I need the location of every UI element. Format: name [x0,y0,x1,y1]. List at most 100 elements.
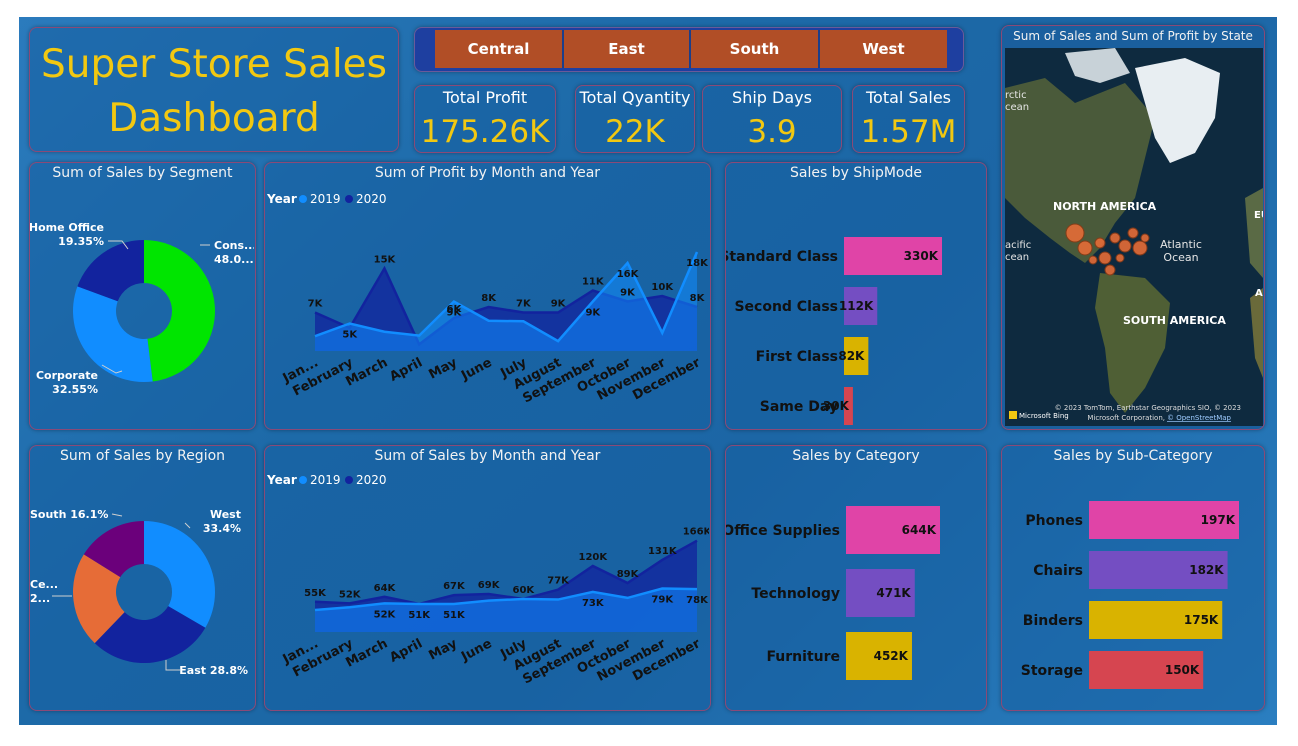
legend-label-2020: 2020 [356,473,387,487]
category-label: Second Class [734,299,838,315]
bar-value-label: 112K [839,299,874,313]
subcategory-panel: Sales by Sub-Category Phones 197K Chairs 18… [1001,445,1265,711]
category-label: Phones [1025,513,1083,529]
x-tick-label: May [426,636,460,663]
data-label-2020: 7K [308,299,324,310]
title-panel: Super Store Sales Dashboard [29,27,399,152]
profit-month-panel: Sum of Profit by Month and Year Year 2019… [264,162,711,430]
data-label-2020: 7K [516,299,532,310]
data-label-2020: 69K [478,580,501,591]
legend-label-2020: 2020 [356,192,387,206]
slicer-item-central[interactable]: Central [435,30,564,68]
category-chart-title: Sales by Category [792,448,920,464]
map-credits-line1: © 2023 TomTom, Earthstar Geographics SIO… [1055,404,1241,412]
bar-value-label: 471K [876,586,911,600]
bar-value-label: 452K [874,649,909,663]
donut-slice-corporate [73,286,153,382]
bar-value-label: 30K [823,399,850,413]
kpi-value: 3.9 [747,114,797,150]
data-label-2020: 15K [374,255,397,266]
legend-marker-2020 [345,195,353,203]
segment-donut-chart: Cons...48.0... Corporate32.55% Home Office… [30,221,254,396]
data-label-2019: 79K [651,595,674,606]
shipmode-chart-title: Sales by ShipMode [789,165,922,181]
map-label-atlantic-ocean: Ocean [1163,251,1198,264]
kpi-value: 175.26K [420,114,550,150]
dashboard-canvas: Super Store Sales Dashboard Central East… [19,17,1277,725]
kpi-label: Total Sales [865,88,952,107]
kpi-label: Ship Days [732,88,812,107]
legend-marker-2020 [345,476,353,484]
map-label-atlantic: Atlantic [1160,238,1202,251]
data-label-2019: 51K [443,610,466,621]
donut-label-name: West [210,508,241,521]
data-label-2019: 5K [342,330,358,341]
category-label: Office Supplies [726,523,840,539]
segment-donut-panel: Sum of Sales by Segment Cons... 48.0... Co… [29,162,256,430]
data-label-2019: 51K [408,610,431,621]
data-label-2020: 60K [513,585,536,596]
bar-value-label: 197K [1201,513,1236,527]
data-label-2019: 9K [447,308,463,319]
category-label: Storage [1021,663,1083,679]
map-credits-line2: Microsoft Corporation, [1087,414,1165,422]
profit-area-chart: Year 2019 20207K15K6K8K 7K 9K11K9K 10K8K5K9K 9… [266,192,709,406]
bar-value-label: 330K [904,249,939,263]
kpi-label: Total Qyantity [579,88,691,107]
map-label-pacific-ocean: cean [1005,252,1029,263]
category-label: Binders [1023,613,1083,629]
donut-label-pct: 19.35% [58,235,104,248]
donut-label-name: East 28.8% [179,664,248,677]
legend-label-2019: 2019 [310,473,341,487]
legend-label-2019: 2019 [310,192,341,206]
donut-label-name: Cons... [214,239,254,252]
donut-label-name: Corporate [36,369,98,382]
map-panel: Sum of Sales and Sum of Profit by State [1001,25,1265,430]
category-panel: Sales by Category Office Supplies 644K Tec… [725,445,987,711]
donut-leader-line [111,513,123,517]
profit-chart-title: Sum of Profit by Month and Year [374,165,601,181]
data-label-2020: 89K [617,569,640,580]
region-donut-chart: West33.4% East 28.8% Ce...2... South 16.1% [30,508,248,677]
donut-label-name: South 16.1% [30,508,108,521]
category-label: Furniture [766,649,840,665]
donut-label-pct: 33.4% [203,522,241,535]
map-label-north-america: NORTH AMERICA [1053,200,1157,213]
slicer-item-west[interactable]: West [820,30,947,68]
bar-value-label: 644K [902,523,937,537]
x-tick-label: May [426,355,460,382]
map-label-europe: EU [1254,210,1263,221]
map-area[interactable]: NORTH AMERICA SOUTH AMERICA Atlantic Oce… [1005,48,1263,426]
legend-marker-2019 [299,476,307,484]
x-tick-label: June [458,355,494,384]
slicer-item-east[interactable]: East [564,30,691,68]
donut-slice-consumer [144,240,216,382]
donut-leader-line [184,522,191,529]
data-label-2020: 120K [579,552,609,563]
data-label-2019: 52K [374,609,397,620]
kpi-label: Total Profit [442,88,528,107]
dashboard-title-line1: Super Store Sales [41,42,387,87]
sales-month-panel: Sum of Sales by Month and Year Year 2019 2… [264,445,711,711]
sales-area-chart: Year 2019 2020 55K 52K 64K 67K 69K 60K 77K 120K 89K… [266,473,709,687]
map-label-arctic: rctic [1005,90,1027,101]
slicer-item-south[interactable]: South [691,30,820,68]
data-label-2020: 9K [620,288,636,299]
legend-title: Year [266,192,297,206]
donut-leader-line [165,660,180,671]
donut-label-name: Ce... [30,578,58,591]
kpi-total-sales: Total Sales 1.57M [852,85,965,153]
legend-marker-2019 [299,195,307,203]
shipmode-panel: Sales by ShipMode Standard Class 330K Seco… [725,162,987,430]
data-label-2020: 52K [339,589,362,600]
region-chart-title: Sum of Sales by Region [59,448,226,464]
data-label-2020: 8K [481,293,497,304]
bar-value-label: 82K [838,349,865,363]
donut-slice-west [144,521,215,628]
subcategory-bar-chart: Phones 197K Chairs 182K Binders 175K Storage 15… [1021,501,1239,689]
map-credits-link: © OpenStreetMap [1167,414,1232,422]
data-label-2019: 9K [585,308,601,319]
kpi-total-profit: Total Profit 175.26K [414,85,556,153]
region-slicer: Central East South West [414,27,964,72]
bar-value-label: 182K [1189,563,1224,577]
